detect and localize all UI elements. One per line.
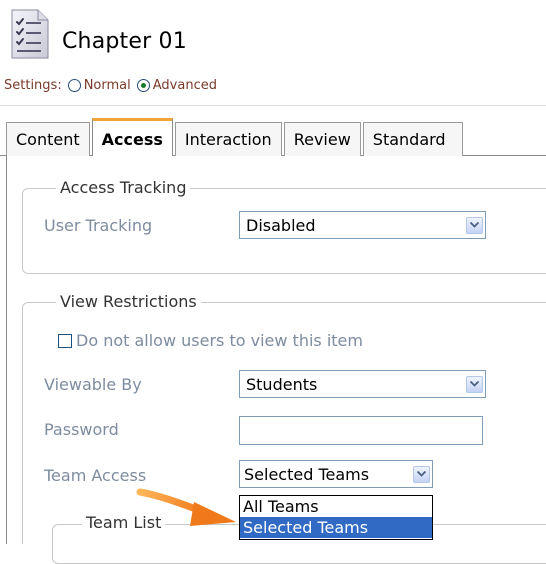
dropdown-option-selected-teams[interactable]: Selected Teams <box>240 517 432 538</box>
view-restrictions-legend: View Restrictions <box>56 292 201 311</box>
tab-interaction[interactable]: Interaction <box>174 122 282 156</box>
tab-content[interactable]: Content <box>6 122 90 156</box>
radio-normal-label[interactable]: Normal <box>84 78 131 93</box>
team-access-value: Selected Teams <box>244 464 370 484</box>
viewable-by-select[interactable]: Students <box>239 370 486 398</box>
chevron-down-icon[interactable] <box>413 465 430 483</box>
no-view-checkbox-label[interactable]: Do not allow users to view this item <box>76 331 363 350</box>
password-field[interactable] <box>239 416 483 445</box>
radio-normal[interactable] <box>67 79 81 92</box>
chevron-down-icon[interactable] <box>466 216 483 234</box>
dropdown-option-all-teams[interactable]: All Teams <box>240 496 432 517</box>
viewable-by-label: Viewable By <box>44 375 142 394</box>
settings-row: Settings: Normal Advanced <box>4 78 217 93</box>
page-title: Chapter 01 <box>62 29 187 54</box>
chevron-down-icon[interactable] <box>466 375 483 393</box>
settings-label: Settings: <box>4 78 62 93</box>
access-tracking-legend: Access Tracking <box>56 178 191 197</box>
radio-advanced-label[interactable]: Advanced <box>153 78 217 93</box>
user-tracking-label: User Tracking <box>44 216 153 235</box>
tab-standard[interactable]: Standard <box>362 122 463 156</box>
password-label: Password <box>44 420 119 439</box>
annotation-arrow-icon <box>132 486 244 540</box>
user-tracking-value: Disabled <box>246 215 316 235</box>
divider <box>0 105 546 106</box>
team-access-dropdown-list[interactable]: All Teams Selected Teams <box>239 495 433 540</box>
tab-bar: Content Access Interaction Review Standa… <box>6 118 463 156</box>
no-view-checkbox[interactable] <box>58 334 72 348</box>
checklist-document-icon <box>8 8 52 60</box>
team-access-label: Team Access <box>44 466 147 485</box>
tab-access[interactable]: Access <box>91 118 173 156</box>
user-tracking-select[interactable]: Disabled <box>239 211 486 239</box>
radio-advanced[interactable] <box>136 79 150 92</box>
viewable-by-value: Students <box>246 374 318 394</box>
team-access-select[interactable]: Selected Teams <box>239 460 433 488</box>
tab-review[interactable]: Review <box>283 122 361 156</box>
